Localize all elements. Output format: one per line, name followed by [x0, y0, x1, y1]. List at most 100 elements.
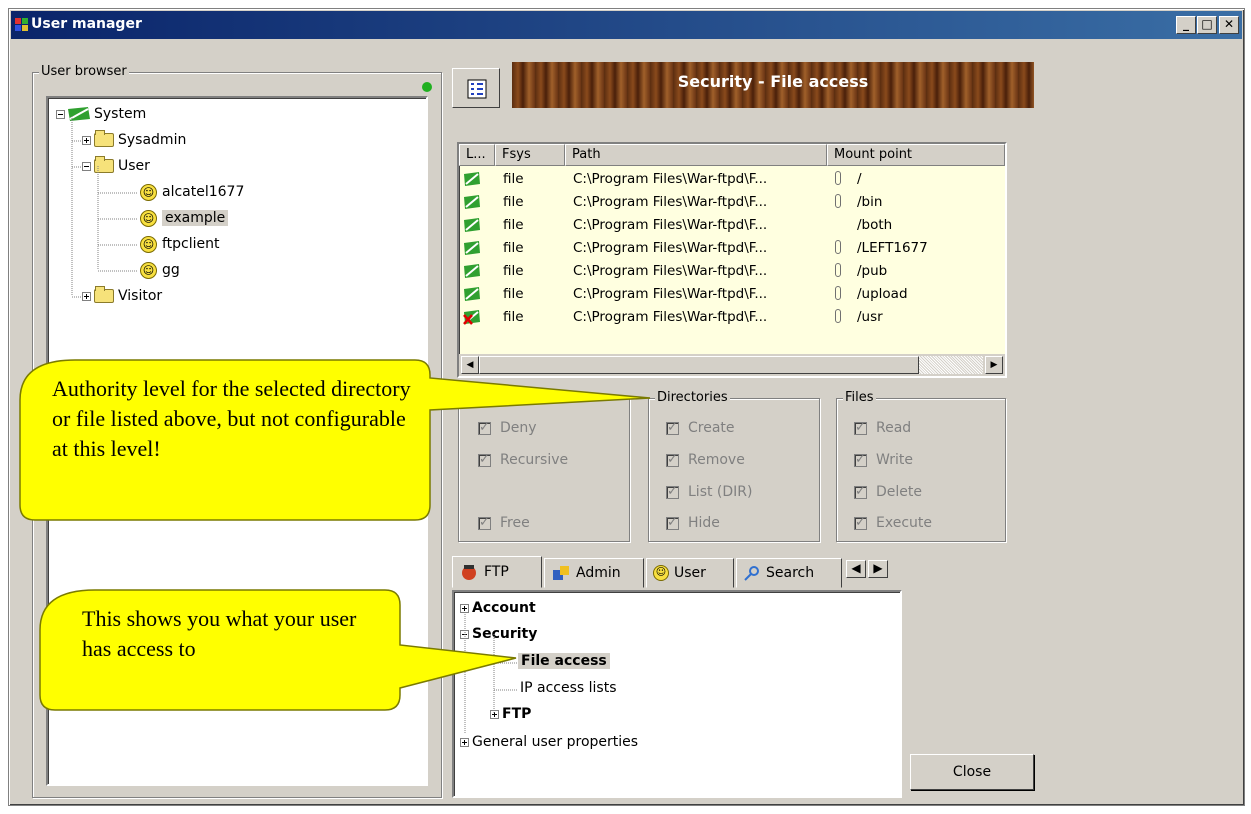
checkbox-icon[interactable] [854, 515, 867, 530]
file-row[interactable]: file C:\Program Files\War-ftpd\F... /LEFT1… [459, 237, 1005, 260]
checkbox-icon[interactable] [478, 452, 491, 467]
user-smiley-icon: ☺ [140, 183, 157, 201]
paperclip-icon [835, 309, 841, 323]
tree-node-ip-access[interactable]: IP access lists [520, 676, 617, 700]
read-checkbox[interactable]: Read [854, 420, 911, 436]
checkbox-icon[interactable] [478, 420, 491, 435]
col-header-path[interactable]: Path [565, 144, 827, 166]
checkbox-icon[interactable] [854, 452, 867, 467]
checkbox-icon[interactable] [666, 484, 679, 499]
tab-search[interactable]: Search [736, 558, 842, 588]
ftp-icon [462, 565, 476, 580]
fsys-cell: file [503, 309, 524, 325]
checkbox-label: Read [876, 420, 912, 436]
checkbox-icon[interactable] [478, 515, 491, 530]
mount-cell: /upload [857, 286, 908, 302]
checkbox-icon[interactable] [854, 420, 867, 435]
delete-checkbox[interactable]: Delete [854, 484, 922, 500]
file-row[interactable]: file C:\Program Files\War-ftpd\F... / [459, 168, 1005, 191]
tree-node-gg[interactable]: ☺ gg [140, 258, 180, 282]
file-row[interactable]: file C:\Program Files\War-ftpd\F... /pub [459, 260, 1005, 283]
callout-authority-text: Authority level for the selected directo… [52, 376, 411, 461]
admin-icon [553, 566, 569, 580]
file-row[interactable]: file C:\Program Files\War-ftpd\F... /both [459, 214, 1005, 237]
access-allowed-icon [464, 287, 480, 301]
fsys-cell: file [503, 194, 524, 210]
user-browser-label: User browser [39, 64, 129, 79]
view-toggle-button[interactable] [452, 68, 500, 108]
tree-lines [71, 116, 138, 298]
file-row[interactable]: file C:\Program Files\War-ftpd\F... /bin [459, 191, 1005, 214]
checkbox-icon[interactable] [854, 484, 867, 499]
maximize-button[interactable]: □ [1197, 16, 1217, 34]
tree-node-ftpclient[interactable]: ☺ ftpclient [140, 232, 220, 256]
mount-cell: /pub [857, 263, 888, 279]
checkbox-icon[interactable] [666, 452, 679, 467]
tab-user[interactable]: ☺ User [646, 558, 734, 588]
hide-checkbox[interactable]: Hide [666, 515, 720, 531]
scroll-right-icon[interactable]: ▶ [985, 356, 1003, 374]
tree-label: gg [162, 262, 180, 278]
access-allowed-icon [464, 241, 480, 255]
execute-checkbox[interactable]: Execute [854, 515, 932, 531]
close-window-button[interactable]: ✕ [1219, 16, 1239, 34]
list-view-icon [467, 79, 487, 99]
access-allowed-icon [464, 218, 480, 232]
checkbox-label: Write [876, 452, 913, 468]
checkbox-label: Deny [500, 420, 537, 436]
tree-label-selected: example [162, 210, 229, 226]
scroll-left-icon[interactable]: ◀ [461, 356, 479, 374]
file-row[interactable]: file C:\Program Files\War-ftpd\F... /usr [459, 306, 1005, 329]
add-user-icon[interactable] [421, 81, 433, 93]
access-denied-icon [463, 310, 480, 325]
section-banner: Security - File access [512, 62, 1034, 108]
scroll-track[interactable] [919, 356, 983, 374]
tab-label: Admin [576, 565, 621, 581]
list-dir-checkbox[interactable]: List (DIR) [666, 484, 752, 500]
minimize-button[interactable]: _ [1176, 16, 1196, 34]
col-header-mount[interactable]: Mount point [827, 144, 1005, 166]
tab-scroll-left-icon[interactable]: ◀ [846, 560, 866, 578]
tab-ftp[interactable]: FTP [452, 556, 542, 588]
mount-cell: / [857, 171, 862, 187]
expand-icon[interactable] [460, 603, 469, 613]
col-header-level[interactable]: L... [459, 144, 495, 166]
tree-node-example[interactable]: ☺ example [140, 206, 229, 230]
title-bar[interactable]: User manager _ □ ✕ [11, 11, 1242, 39]
paperclip-icon [835, 286, 841, 300]
recursive-checkbox[interactable]: Recursive [478, 452, 568, 468]
fsys-cell: file [503, 171, 524, 187]
path-cell: C:\Program Files\War-ftpd\F... [573, 217, 768, 233]
deny-checkbox[interactable]: Deny [478, 420, 537, 436]
free-checkbox[interactable]: Free [478, 515, 530, 531]
mount-cell: /bin [857, 194, 883, 210]
tab-admin[interactable]: Admin [544, 558, 644, 588]
checkbox-label: List (DIR) [688, 484, 753, 500]
close-button[interactable]: Close [910, 754, 1034, 790]
paperclip-icon [835, 171, 841, 185]
horizontal-scrollbar[interactable]: ◀ ▶ [459, 354, 1005, 376]
tab-strip: FTP Admin ☺ User Search ◀ ▶ [452, 556, 904, 590]
write-checkbox[interactable]: Write [854, 452, 913, 468]
access-allowed-icon [464, 195, 480, 209]
tree-label: IP access lists [520, 680, 617, 696]
tree-node-alcatel1677[interactable]: ☺ alcatel1677 [140, 180, 244, 204]
checkbox-icon[interactable] [666, 420, 679, 435]
col-header-fsys[interactable]: Fsys [495, 144, 565, 166]
path-cell: C:\Program Files\War-ftpd\F... [573, 309, 768, 325]
paperclip-icon [835, 263, 841, 277]
app-icon [15, 18, 28, 31]
path-cell: C:\Program Files\War-ftpd\F... [573, 194, 768, 210]
checkbox-icon[interactable] [666, 515, 679, 530]
create-checkbox[interactable]: Create [666, 420, 735, 436]
scroll-thumb[interactable] [479, 356, 919, 374]
mount-cell: /LEFT1677 [857, 240, 928, 256]
checkbox-label: Recursive [500, 452, 569, 468]
remove-checkbox[interactable]: Remove [666, 452, 745, 468]
tab-scroll-right-icon[interactable]: ▶ [868, 560, 888, 578]
path-cell: C:\Program Files\War-ftpd\F... [573, 286, 768, 302]
search-icon [744, 566, 759, 581]
checkbox-label: Free [500, 515, 530, 531]
checkbox-label: Create [688, 420, 735, 436]
file-row[interactable]: file C:\Program Files\War-ftpd\F... /uploa… [459, 283, 1005, 306]
